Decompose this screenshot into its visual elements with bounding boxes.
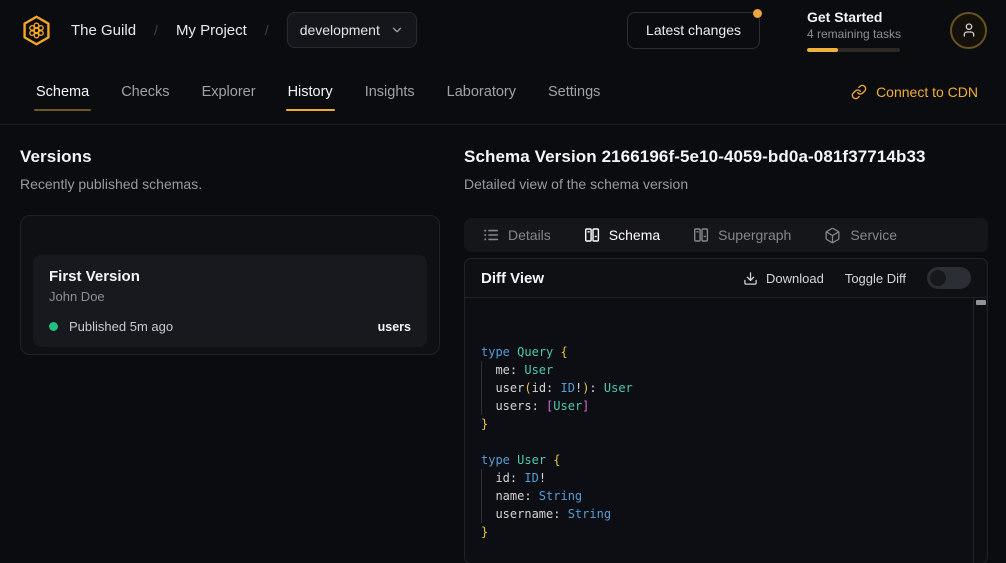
hive-app-window: The Guild / My Project / development Lat…: [0, 0, 1006, 563]
toggle-diff-label: Toggle Diff: [845, 271, 906, 286]
version-status-text: Published 5m ago: [69, 319, 173, 334]
toggle-diff-switch[interactable]: [927, 267, 971, 289]
nav-tab-history[interactable]: History: [288, 74, 333, 110]
nav-tab-explorer[interactable]: Explorer: [202, 74, 256, 110]
versions-title: Versions: [20, 147, 440, 167]
code-scrollbar-thumb[interactable]: [976, 300, 986, 305]
nav-tab-label: Explorer: [202, 84, 256, 100]
breadcrumb-separator: /: [265, 22, 269, 38]
environment-selector[interactable]: development: [287, 12, 417, 48]
hive-logo-icon[interactable]: [20, 14, 53, 47]
toggle-knob: [930, 270, 946, 286]
cube-icon: [824, 227, 841, 244]
diff-view-card: Diff View Download Toggle Diff: [464, 258, 988, 563]
breadcrumb-project[interactable]: My Project: [176, 22, 247, 39]
main-content: Versions Recently published schemas. Fir…: [0, 125, 1006, 563]
breadcrumb-org[interactable]: The Guild: [71, 22, 136, 39]
download-icon: [743, 271, 758, 286]
primary-nav: Schema Checks Explorer History Insights …: [0, 60, 1006, 125]
diff-view-actions: Download Toggle Diff: [743, 267, 971, 289]
nav-tab-underline-active: [286, 109, 335, 112]
user-avatar[interactable]: [950, 12, 987, 49]
latest-changes-button[interactable]: Latest changes: [627, 12, 760, 49]
published-status-icon: [49, 322, 58, 331]
user-icon: [961, 22, 977, 38]
environment-selector-value: development: [300, 22, 380, 38]
nav-tab-settings[interactable]: Settings: [548, 74, 600, 110]
book-columns-icon: [584, 227, 600, 243]
version-status-row: Published 5m ago users: [49, 319, 411, 334]
connect-to-cdn-label: Connect to CDN: [876, 84, 978, 100]
tab-supergraph[interactable]: Supergraph: [693, 227, 791, 243]
diff-view-header: Diff View Download Toggle Diff: [465, 259, 987, 298]
notification-dot-icon: [753, 9, 762, 18]
top-header: The Guild / My Project / development Lat…: [0, 0, 1006, 60]
nav-tab-schema[interactable]: Schema: [36, 74, 89, 110]
version-list-item[interactable]: First Version John Doe Published 5m ago …: [33, 255, 427, 347]
nav-tab-label: History: [288, 84, 333, 100]
book-columns-icon: [693, 227, 709, 243]
version-detail-subtitle: Detailed view of the schema version: [464, 176, 988, 192]
code-block: type Query { me: User user(id: ID!): Use…: [481, 343, 961, 541]
version-author: John Doe: [49, 289, 411, 304]
tab-label: Schema: [609, 227, 660, 243]
list-icon: [483, 227, 499, 243]
nav-tab-label: Schema: [36, 84, 89, 100]
version-detail-title: Schema Version 2166196f-5e10-4059-bd0a-0…: [464, 147, 988, 167]
tab-label: Details: [508, 227, 551, 243]
nav-tab-list: Schema Checks Explorer History Insights …: [36, 74, 600, 124]
nav-tab-label: Insights: [365, 84, 415, 100]
tab-label: Service: [850, 227, 897, 243]
versions-panel: Versions Recently published schemas. Fir…: [20, 147, 440, 563]
breadcrumb-separator: /: [154, 22, 158, 38]
tab-label: Supergraph: [718, 227, 791, 243]
diff-view-title: Diff View: [481, 270, 544, 287]
code-scrollbar-track[interactable]: [973, 298, 987, 563]
nav-tab-label: Laboratory: [447, 84, 516, 100]
link-icon: [851, 84, 867, 100]
nav-tab-laboratory[interactable]: Laboratory: [447, 74, 516, 110]
nav-tab-insights[interactable]: Insights: [365, 74, 415, 110]
get-started-progress-bar: [807, 48, 900, 52]
tab-schema[interactable]: Schema: [584, 227, 660, 243]
tab-details[interactable]: Details: [483, 227, 551, 243]
connect-to-cdn-button[interactable]: Connect to CDN: [851, 74, 978, 110]
nav-tab-label: Settings: [548, 84, 600, 100]
chevron-down-icon: [390, 23, 404, 37]
progress-fill: [807, 48, 838, 52]
get-started-title: Get Started: [807, 9, 900, 25]
schema-code-viewer[interactable]: type Query { me: User user(id: ID!): Use…: [465, 298, 987, 563]
nav-tab-label: Checks: [121, 84, 169, 100]
latest-changes-label: Latest changes: [646, 22, 741, 38]
nav-tab-checks[interactable]: Checks: [121, 74, 169, 110]
download-label: Download: [766, 271, 824, 286]
service-badge: users: [378, 320, 411, 334]
get-started-widget[interactable]: Get Started 4 remaining tasks: [807, 9, 900, 52]
versions-subtitle: Recently published schemas.: [20, 176, 440, 192]
get-started-subtitle: 4 remaining tasks: [807, 27, 900, 41]
nav-tab-underline-dim: [34, 109, 91, 112]
version-detail-panel: Schema Version 2166196f-5e10-4059-bd0a-0…: [464, 147, 988, 563]
tab-service[interactable]: Service: [824, 227, 897, 244]
versions-list-card: First Version John Doe Published 5m ago …: [20, 215, 440, 355]
version-name: First Version: [49, 268, 411, 285]
download-button[interactable]: Download: [743, 271, 824, 286]
breadcrumb: The Guild / My Project / development: [20, 12, 417, 48]
detail-tab-bar: Details Schema Supergraph: [464, 218, 988, 252]
